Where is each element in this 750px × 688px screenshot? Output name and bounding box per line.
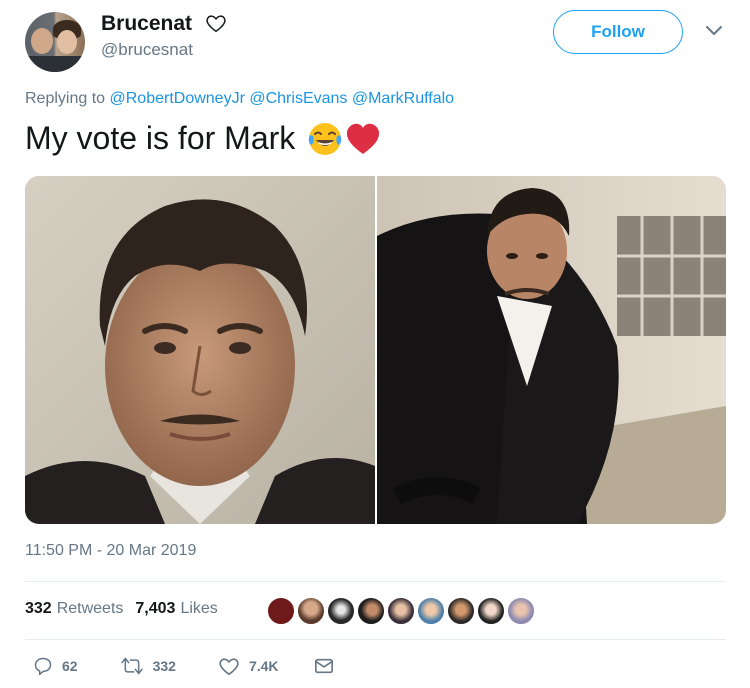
like-count: 7.4K (248, 658, 279, 674)
like-button[interactable]: 7.4K (218, 656, 279, 676)
reply-count: 62 (62, 658, 78, 674)
replying-to-label: Replying to (25, 90, 106, 107)
liker-avatar[interactable] (476, 596, 506, 626)
envelope-icon (314, 658, 333, 674)
portrait-suit-image (377, 176, 726, 524)
likes-count: 7,403 (135, 600, 176, 617)
liker-avatars (266, 596, 536, 626)
liker-avatar[interactable] (296, 596, 326, 626)
tweet-timestamp[interactable]: 11:50 PM - 20 Mar 2019 (25, 542, 196, 560)
direct-message-button[interactable] (313, 656, 344, 676)
mention-link[interactable]: @RobertDowneyJr (110, 90, 245, 107)
likes-label: Likes (180, 600, 218, 617)
divider (25, 639, 726, 640)
user-handle[interactable]: @brucesnat (101, 40, 193, 60)
retweets-count: 332 (25, 600, 52, 617)
tweet-media[interactable] (25, 176, 726, 524)
display-name[interactable]: Brucenat (101, 12, 192, 36)
tweet-actions: 62 332 7.4K (25, 656, 378, 676)
liker-avatar[interactable] (506, 596, 536, 626)
chevron-down-icon[interactable] (705, 24, 723, 38)
red-heart-emoji-icon (347, 123, 380, 154)
liker-avatar[interactable] (356, 596, 386, 626)
divider (25, 581, 726, 582)
mention-link[interactable]: @MarkRuffalo (352, 90, 454, 107)
liker-avatar[interactable] (326, 596, 356, 626)
avatar-shirt (25, 56, 85, 72)
avatar-face-right (57, 30, 77, 54)
replying-to: Replying to @RobertDowneyJr @ChrisEvans … (25, 90, 454, 108)
retweet-icon (120, 657, 143, 675)
tweet-stats: 332 Retweets 7,403 Likes (25, 600, 230, 618)
retweets-stat[interactable]: 332 Retweets (25, 600, 123, 618)
reply-icon (34, 657, 52, 676)
tears-of-joy-emoji-icon (308, 122, 342, 155)
likes-stat[interactable]: 7,403 Likes (135, 600, 217, 618)
photo-left[interactable] (25, 176, 375, 524)
liker-avatar[interactable] (266, 596, 296, 626)
heart-outline-icon (206, 15, 226, 33)
retweet-count: 332 (152, 658, 176, 674)
tweet-header: Brucenat @brucesnat Follow (25, 10, 725, 72)
photo-right[interactable] (377, 176, 726, 524)
portrait-closeup-image (25, 176, 375, 524)
liker-avatar[interactable] (446, 596, 476, 626)
heart-icon (219, 658, 239, 676)
mention-link[interactable]: @ChrisEvans (249, 90, 347, 107)
tweet-text: My vote is for Mark (25, 120, 381, 157)
follow-button[interactable]: Follow (553, 10, 683, 54)
reply-button[interactable]: 62 (33, 656, 78, 676)
retweets-label: Retweets (56, 600, 124, 617)
avatar-face-left (31, 28, 53, 54)
avatar[interactable] (25, 12, 85, 72)
liker-avatar[interactable] (416, 596, 446, 626)
tweet-body: My vote is for Mark (25, 120, 296, 156)
retweet-button[interactable]: 332 (120, 656, 176, 676)
liker-avatar[interactable] (386, 596, 416, 626)
